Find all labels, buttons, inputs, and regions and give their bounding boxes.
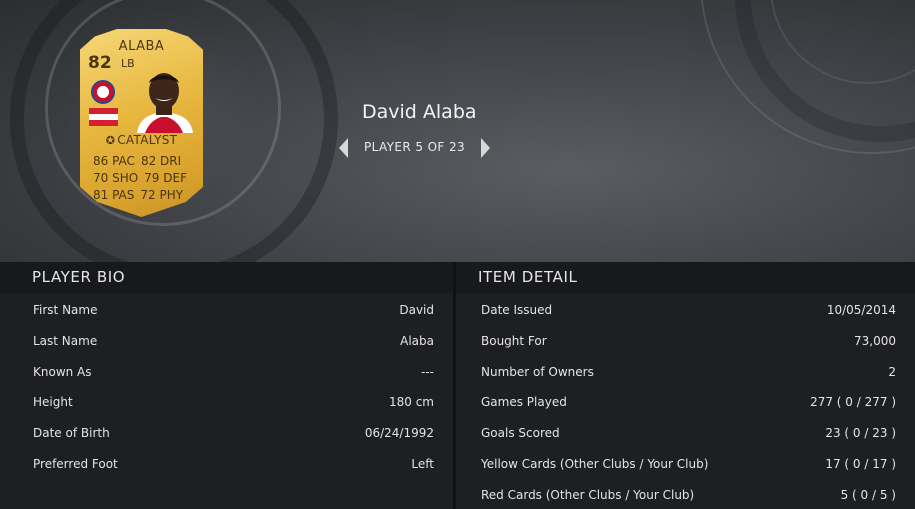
item-label: Red Cards (Other Clubs / Your Club) <box>481 487 695 502</box>
bio-row-first-name: First Name David <box>0 293 453 324</box>
item-value: 277 ( 0 / 277 ) <box>810 395 896 410</box>
player-pager-text: PLAYER 5 OF 23 <box>364 140 466 154</box>
item-row-bought-for: Bought For 73,000 <box>456 324 915 355</box>
bio-row-last-name: Last Name Alaba <box>0 324 453 355</box>
stat-sho: 70 SHO <box>93 171 139 185</box>
item-value: 23 ( 0 / 23 ) <box>825 426 896 441</box>
bio-value: David <box>399 303 434 317</box>
item-row-yellow-cards: Yellow Cards (Other Clubs / Your Club) 17… <box>456 447 915 478</box>
bio-value: Alaba <box>400 333 434 348</box>
item-value: 2 <box>888 364 896 379</box>
player-bio-heading: PLAYER BIO <box>0 262 453 293</box>
bio-row-known-as: Known As --- <box>0 355 453 386</box>
player-name-title: David Alaba <box>362 101 477 123</box>
card-stats: 86 PAC 82 DRI 70 SHO 79 DEF 81 PAS 72 PHY <box>93 153 187 204</box>
item-row-number-of-owners: Number of Owners 2 <box>456 355 915 386</box>
item-label: Number of Owners <box>481 364 594 379</box>
bio-row-height: Height 180 cm <box>0 385 453 416</box>
card-perk: ✪ CATALYST <box>80 133 203 147</box>
stat-def: 79 DEF <box>144 171 187 185</box>
item-row-goals-scored: Goals Scored 23 ( 0 / 23 ) <box>456 416 915 447</box>
stat-pas: 81 PAS <box>93 188 135 202</box>
card-rating: 82 <box>88 53 112 73</box>
item-label: Yellow Cards (Other Clubs / Your Club) <box>481 456 709 471</box>
previous-player-arrow-icon[interactable] <box>339 138 348 158</box>
bio-label: First Name <box>33 303 98 317</box>
player-bio-panel: PLAYER BIO First Name David Last Name Alab… <box>0 262 453 509</box>
bio-row-preferred-foot: Preferred Foot Left <box>0 447 453 478</box>
bio-label: Last Name <box>33 333 98 348</box>
bio-value: 180 cm <box>388 395 434 410</box>
card-player-name: ALABA <box>118 39 165 54</box>
nation-flag-icon <box>89 108 118 126</box>
item-detail-heading: ITEM DETAIL <box>456 262 915 293</box>
bio-value: 06/24/1992 <box>364 426 434 441</box>
item-value: 17 ( 0 / 17 ) <box>825 456 896 471</box>
item-value: 5 ( 0 / 5 ) <box>840 487 896 502</box>
bio-row-date-of-birth: Date of Birth 06/24/1992 <box>0 416 453 447</box>
bio-value: Left <box>411 456 434 471</box>
item-label: Date Issued <box>481 303 553 317</box>
item-value: 10/05/2014 <box>826 303 896 317</box>
stat-pac: 86 PAC <box>93 154 135 168</box>
bio-value: --- <box>421 364 434 379</box>
card-perk-label: CATALYST <box>117 133 178 147</box>
item-detail-list: Date Issued 10/05/2014 Bought For 73,000 N… <box>456 293 915 509</box>
item-row-red-cards: Red Cards (Other Clubs / Your Club) 5 ( 0… <box>456 478 915 509</box>
catalyst-icon: ✪ <box>105 134 116 147</box>
stat-dri: 82 DRI <box>140 154 182 168</box>
item-value: 73,000 <box>854 333 896 348</box>
bio-label: Known As <box>33 364 92 379</box>
item-row-games-played: Games Played 277 ( 0 / 277 ) <box>456 385 915 416</box>
bio-list: First Name David Last Name Alaba Known As -… <box>0 293 453 478</box>
item-label: Games Played <box>481 395 567 410</box>
player-header: ALABA 82 LB ✪ CATALYST 86 PAC 82 DRI 70 SH… <box>0 0 915 262</box>
item-detail-panel: ITEM DETAIL Date Issued 10/05/2014 Bought… <box>456 262 915 509</box>
bio-label: Height <box>33 395 73 410</box>
player-photo <box>137 73 193 133</box>
next-player-arrow-icon[interactable] <box>481 138 490 158</box>
player-card: ALABA 82 LB ✪ CATALYST 86 PAC 82 DRI 70 SH… <box>80 29 203 217</box>
item-row-date-issued: Date Issued 10/05/2014 <box>456 293 915 324</box>
bio-label: Preferred Foot <box>33 456 118 471</box>
item-label: Bought For <box>481 333 547 348</box>
club-crest-icon <box>91 80 115 104</box>
bio-label: Date of Birth <box>33 426 110 441</box>
stat-phy: 72 PHY <box>140 188 184 202</box>
item-label: Goals Scored <box>481 426 560 441</box>
